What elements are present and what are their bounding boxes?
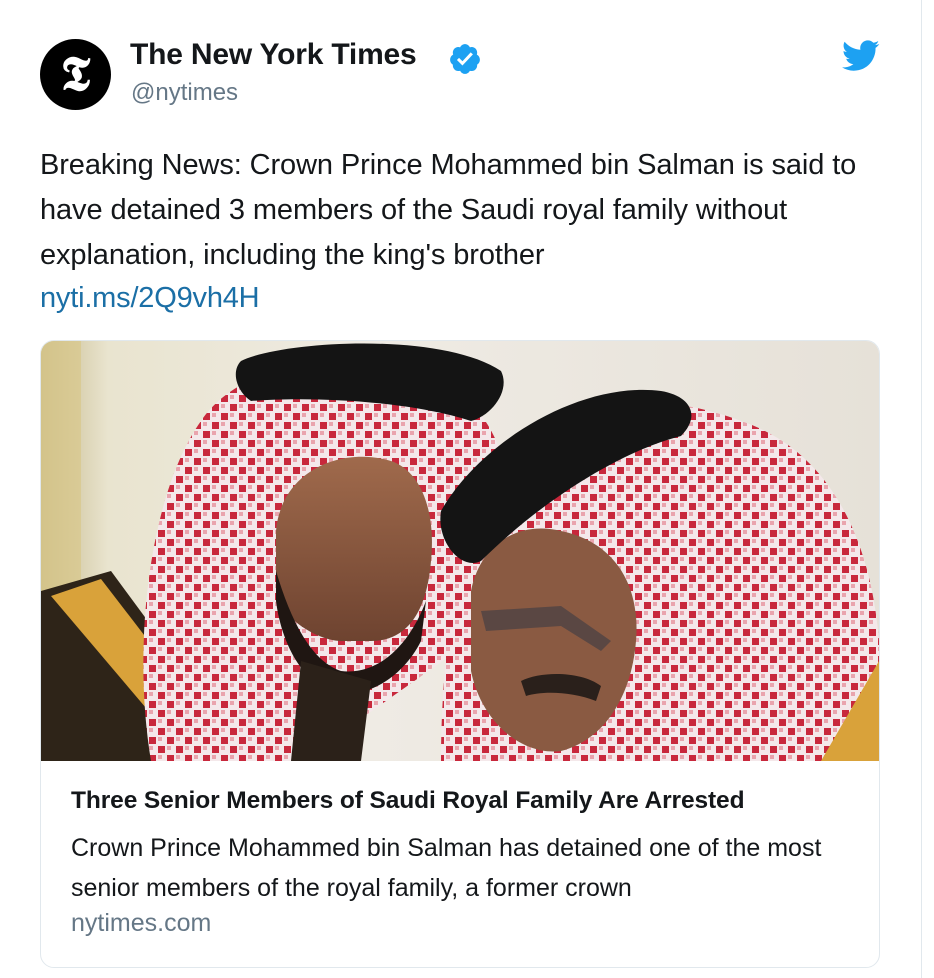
card-description: Crown Prince Mohammed bin Salman has det… [71, 834, 822, 902]
link-preview-card[interactable]: Three Senior Members of Saudi Royal Fami… [40, 340, 880, 968]
verified-badge-icon [450, 44, 480, 74]
nyt-logo-icon: 𝕿 [60, 45, 91, 102]
twitter-bird-icon[interactable] [842, 40, 880, 72]
author-display-name[interactable]: The New York Times [130, 38, 417, 72]
author-avatar[interactable]: 𝕿 [40, 39, 111, 110]
tweet-embed: 𝕿 The New York Times @nytimes Breaking N… [0, 0, 922, 978]
card-photo [41, 341, 879, 761]
author-handle[interactable]: @nytimes [131, 79, 238, 107]
card-domain: nytimes.com [71, 909, 212, 937]
card-title: Three Senior Members of Saudi Royal Fami… [71, 787, 745, 814]
tweet-text: Breaking News: Crown Prince Mohammed bin… [40, 149, 857, 271]
tweet-link[interactable]: nyti.ms/2Q9vh4H [40, 278, 260, 318]
